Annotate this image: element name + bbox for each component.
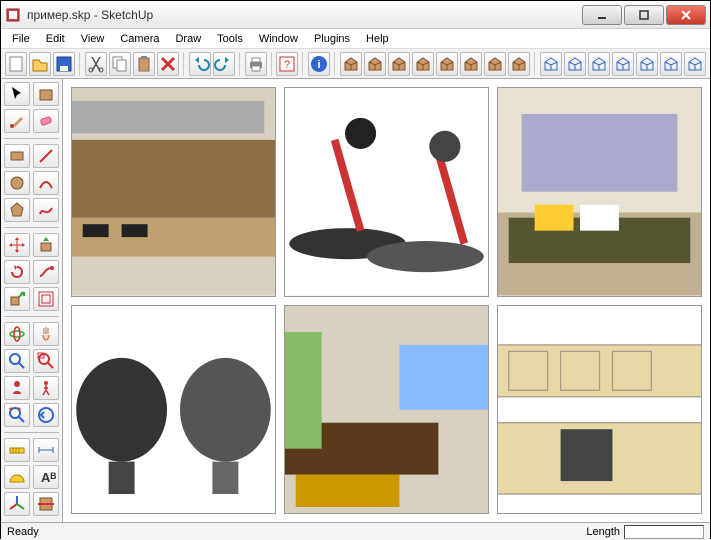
box1-icon[interactable] [340, 52, 362, 76]
new-icon[interactable] [5, 52, 27, 76]
menu-tools[interactable]: Tools [210, 31, 250, 47]
scale-icon[interactable] [4, 287, 30, 311]
save-icon[interactable] [53, 52, 75, 76]
menu-edit[interactable]: Edit [39, 31, 72, 47]
wire3-icon[interactable] [588, 52, 610, 76]
wire7-icon[interactable] [684, 52, 706, 76]
look-icon[interactable] [4, 376, 30, 400]
box4-icon[interactable] [460, 52, 482, 76]
orbit-icon[interactable] [4, 322, 30, 346]
copy-icon[interactable] [109, 52, 131, 76]
menu-file[interactable]: File [5, 31, 37, 47]
move-icon[interactable] [4, 233, 30, 257]
menu-window[interactable]: Window [252, 31, 305, 47]
undo-icon[interactable] [189, 52, 211, 76]
box6-icon[interactable] [508, 52, 530, 76]
titlebar: пример.skp - SketchUp [1, 1, 710, 29]
polygon-icon[interactable] [4, 198, 30, 222]
cut-icon[interactable] [85, 52, 107, 76]
thumbnail-elliptical-trainer[interactable] [284, 87, 489, 297]
menu-plugins[interactable]: Plugins [307, 31, 357, 47]
close-button[interactable] [666, 5, 706, 25]
freehand-icon[interactable] [33, 198, 59, 222]
followme-icon[interactable] [33, 260, 59, 284]
svg-text:Aᴮc: Aᴮc [41, 470, 56, 485]
pushpull-icon[interactable] [33, 233, 59, 257]
paste-icon[interactable] [133, 52, 155, 76]
statusbar: Ready Length [1, 522, 710, 540]
component-icon[interactable] [33, 82, 59, 106]
walk-icon[interactable] [33, 376, 59, 400]
protractor-icon[interactable] [4, 465, 30, 489]
thumbnail-office-chairs[interactable] [71, 305, 276, 515]
dimension-icon[interactable] [33, 438, 59, 462]
arc-icon[interactable] [33, 171, 59, 195]
zoom-extents-icon[interactable] [4, 403, 30, 427]
status-text: Ready [7, 526, 586, 538]
thumbnail-kitchen-interior[interactable] [71, 87, 276, 297]
wire5-icon[interactable] [636, 52, 658, 76]
rotate-icon[interactable] [4, 260, 30, 284]
circle-icon[interactable] [4, 171, 30, 195]
thumbnail-office-room[interactable] [284, 305, 489, 515]
app-icon [5, 7, 21, 23]
section-icon[interactable] [33, 492, 59, 516]
thumbnail-living-room-sofa[interactable] [497, 87, 702, 297]
wire4-icon[interactable] [612, 52, 634, 76]
axes-icon[interactable] [4, 492, 30, 516]
thumbnail-kitchen-cabinets[interactable] [497, 305, 702, 515]
length-input[interactable] [624, 525, 704, 539]
previous-icon[interactable] [33, 403, 59, 427]
svg-text:?: ? [284, 59, 290, 71]
box5-icon[interactable] [484, 52, 506, 76]
wire2-icon[interactable] [564, 52, 586, 76]
offset-icon[interactable] [33, 287, 59, 311]
delete-icon[interactable] [157, 52, 179, 76]
rect-icon[interactable] [4, 144, 30, 168]
toolbar-top: ?i [1, 49, 710, 79]
box3-icon[interactable] [436, 52, 458, 76]
select-icon[interactable] [4, 82, 30, 106]
tool-palette: Aᴮc [1, 79, 63, 522]
zoom-window-icon[interactable] [33, 349, 59, 373]
menu-help[interactable]: Help [359, 31, 396, 47]
model-info-icon[interactable]: ? [276, 52, 298, 76]
text-icon[interactable]: Aᴮc [33, 465, 59, 489]
tape-icon[interactable] [4, 438, 30, 462]
menu-view[interactable]: View [74, 31, 112, 47]
wire1-icon[interactable] [540, 52, 562, 76]
window-title: пример.skp - SketchUp [27, 8, 582, 22]
paint-icon[interactable] [4, 109, 30, 133]
length-label: Length [586, 526, 620, 538]
open-icon[interactable] [29, 52, 51, 76]
house2-icon[interactable] [412, 52, 434, 76]
viewport[interactable] [63, 79, 710, 522]
print-icon[interactable] [245, 52, 267, 76]
box2-icon[interactable] [364, 52, 386, 76]
zoom-icon[interactable] [4, 349, 30, 373]
wire6-icon[interactable] [660, 52, 682, 76]
menu-draw[interactable]: Draw [168, 31, 208, 47]
svg-text:i: i [318, 59, 321, 71]
maximize-button[interactable] [624, 5, 664, 25]
menu-camera[interactable]: Camera [113, 31, 166, 47]
menubar: File Edit View Camera Draw Tools Window … [1, 29, 710, 49]
instructor-icon[interactable]: i [308, 52, 330, 76]
minimize-button[interactable] [582, 5, 622, 25]
house1-icon[interactable] [388, 52, 410, 76]
redo-icon[interactable] [213, 52, 235, 76]
pan-icon[interactable] [33, 322, 59, 346]
eraser-icon[interactable] [33, 109, 59, 133]
line-icon[interactable] [33, 144, 59, 168]
